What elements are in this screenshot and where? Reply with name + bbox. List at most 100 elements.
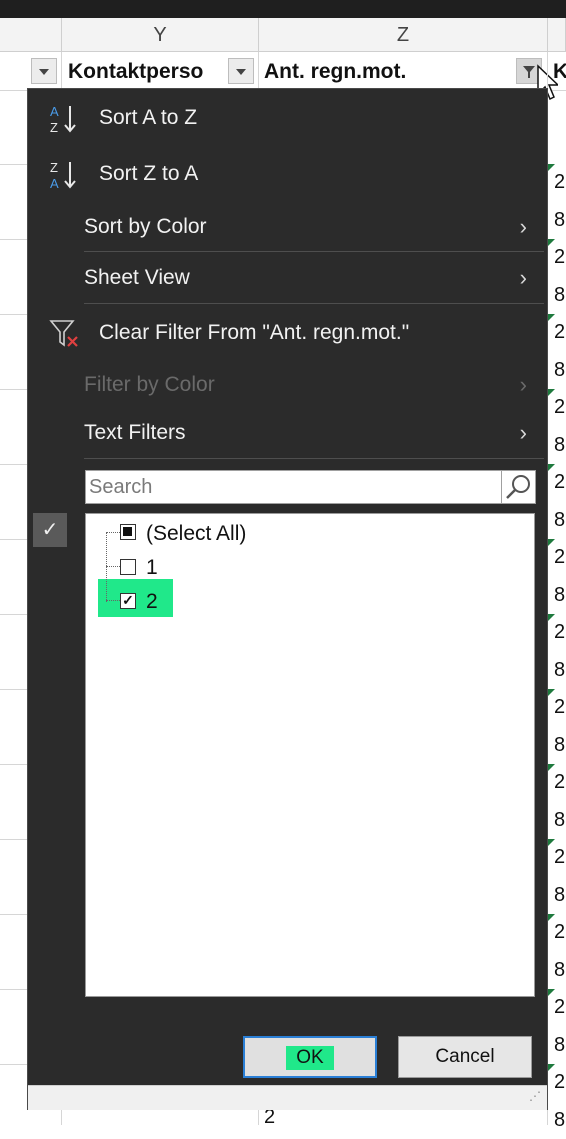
error-indicator-icon bbox=[548, 614, 555, 621]
error-indicator-icon bbox=[548, 239, 555, 246]
list-item-select-all[interactable]: (Select All) bbox=[86, 518, 526, 550]
gridline bbox=[0, 464, 27, 465]
cell-text: 2 bbox=[554, 471, 566, 493]
gridline bbox=[0, 314, 27, 315]
column-header-z[interactable]: Z bbox=[259, 18, 548, 52]
sort-a-to-z-label: Sort A to Z bbox=[99, 106, 198, 129]
column-header-y[interactable]: Y bbox=[62, 18, 259, 52]
cell-value[interactable]: 8 bbox=[548, 277, 566, 314]
cell-value[interactable]: 2 bbox=[548, 764, 566, 801]
gridline bbox=[0, 839, 27, 840]
chevron-right-icon: › bbox=[519, 214, 527, 239]
column-header-x[interactable] bbox=[0, 18, 62, 52]
error-indicator-icon bbox=[548, 464, 555, 471]
chevron-right-icon: › bbox=[519, 372, 527, 397]
list-item-label: 2 bbox=[146, 590, 158, 613]
cancel-button[interactable]: Cancel bbox=[398, 1036, 532, 1078]
cell-text: 2 bbox=[554, 546, 566, 568]
menu-item-text-filters[interactable]: Text Filters › bbox=[28, 409, 547, 457]
menu-item-sheet-view[interactable]: Sheet View › bbox=[28, 254, 547, 302]
cell-value[interactable]: 2 bbox=[548, 614, 566, 651]
gridline bbox=[0, 989, 27, 990]
error-indicator-icon bbox=[548, 539, 555, 546]
resize-grip-icon: ⋰ bbox=[529, 1089, 541, 1103]
cell-value[interactable]: 8 bbox=[548, 502, 566, 539]
search-input[interactable]: Search bbox=[85, 470, 502, 504]
menu-item-clear-filter[interactable]: Clear Filter From "Ant. regn.mot." bbox=[28, 309, 547, 357]
list-item-label: (Select All) bbox=[146, 522, 247, 545]
chevron-right-icon: › bbox=[519, 265, 527, 290]
svg-text:Z: Z bbox=[50, 120, 58, 135]
sort-descending-icon: Z A bbox=[50, 160, 76, 191]
gridline bbox=[0, 1064, 27, 1065]
cell-value[interactable]: 2 bbox=[548, 389, 566, 426]
error-indicator-icon bbox=[548, 839, 555, 846]
cell-text: 2 bbox=[554, 696, 566, 718]
cell-value[interactable]: 2 bbox=[548, 989, 566, 1026]
error-indicator-icon bbox=[548, 914, 555, 921]
cell-text: 2 bbox=[554, 396, 566, 418]
resize-grip[interactable]: ⋰ bbox=[28, 1085, 547, 1110]
cell-text: 2 bbox=[554, 921, 566, 943]
cell-text: 2 bbox=[554, 321, 566, 343]
list-item-label: 1 bbox=[146, 556, 158, 579]
cell-value[interactable]: 8 bbox=[548, 427, 566, 464]
cell-value[interactable]: 2 bbox=[548, 464, 566, 501]
cell-value[interactable]: 8 bbox=[548, 952, 566, 989]
checkmark-icon: ✓ bbox=[33, 513, 67, 547]
filter-dropdown-y-button[interactable] bbox=[228, 58, 254, 84]
search-button[interactable] bbox=[502, 470, 536, 504]
cell-text: 2 bbox=[554, 621, 566, 643]
menu-separator bbox=[84, 303, 544, 304]
cell-value[interactable]: 8 bbox=[548, 577, 566, 614]
cell-text: 2 bbox=[554, 771, 566, 793]
error-indicator-icon bbox=[548, 1064, 555, 1071]
cell-value[interactable]: 2 bbox=[548, 539, 566, 576]
list-item-1[interactable]: 1 bbox=[86, 552, 526, 584]
menu-item-sort-z-to-a[interactable]: Z A Sort Z to A bbox=[28, 150, 547, 198]
ok-button[interactable]: OK bbox=[243, 1036, 377, 1078]
cell-value[interactable]: 8 bbox=[548, 652, 566, 689]
cell-value[interactable]: 8 bbox=[548, 727, 566, 764]
svg-text:Z: Z bbox=[50, 160, 58, 175]
cell-value[interactable]: 8 bbox=[548, 202, 566, 239]
cell-value[interactable]: 8 bbox=[548, 352, 566, 389]
header-cell-ant-regn-mot[interactable]: Ant. regn.mot. bbox=[264, 52, 504, 90]
cell-value[interactable]: 2 bbox=[548, 1064, 566, 1101]
filter-dropdown-x-button[interactable] bbox=[31, 58, 57, 84]
error-indicator-icon bbox=[548, 314, 555, 321]
checkbox-partial[interactable] bbox=[120, 524, 136, 540]
cell-value[interactable]: 2 bbox=[548, 239, 566, 276]
gridline bbox=[0, 239, 27, 240]
cell-value[interactable]: 2 bbox=[548, 839, 566, 876]
column-header-aa[interactable] bbox=[548, 18, 566, 52]
cell-value[interactable]: 2 bbox=[548, 914, 566, 951]
sort-ascending-icon: A Z bbox=[50, 104, 76, 135]
cell-value[interactable]: 8 bbox=[548, 1027, 566, 1064]
gridline bbox=[0, 389, 27, 390]
cell-value[interactable]: 8 bbox=[548, 877, 566, 914]
gridline bbox=[0, 539, 27, 540]
checkbox-checked[interactable]: ✓ bbox=[120, 593, 136, 609]
header-cell-kontaktperson[interactable]: Kontaktperso bbox=[68, 52, 226, 90]
error-indicator-icon bbox=[548, 389, 555, 396]
text-filters-label: Text Filters bbox=[84, 421, 186, 444]
checkbox-unchecked[interactable] bbox=[120, 559, 136, 575]
sheet-view-label: Sheet View bbox=[84, 266, 190, 289]
filter-by-color-label: Filter by Color bbox=[84, 373, 215, 396]
list-item-2[interactable]: ✓ 2 bbox=[86, 586, 526, 618]
svg-text:A: A bbox=[50, 104, 59, 119]
cell-value[interactable]: 8 bbox=[548, 1102, 566, 1139]
cell-value[interactable]: 2 bbox=[548, 164, 566, 201]
gridline bbox=[0, 914, 27, 915]
menu-item-sort-by-color[interactable]: Sort by Color › bbox=[28, 203, 547, 251]
chevron-right-icon: › bbox=[519, 420, 527, 445]
cell-value[interactable]: 8 bbox=[548, 802, 566, 839]
cell-text: 2 bbox=[554, 846, 566, 868]
menu-item-sort-a-to-z[interactable]: A Z Sort A to Z bbox=[28, 94, 547, 142]
cell-value[interactable]: 2 bbox=[548, 689, 566, 726]
ok-button-label: OK bbox=[286, 1046, 334, 1070]
cell-value[interactable]: 2 bbox=[548, 314, 566, 351]
clear-filter-label: Clear Filter From "Ant. regn.mot." bbox=[99, 321, 410, 344]
sort-by-color-label: Sort by Color bbox=[84, 215, 207, 238]
